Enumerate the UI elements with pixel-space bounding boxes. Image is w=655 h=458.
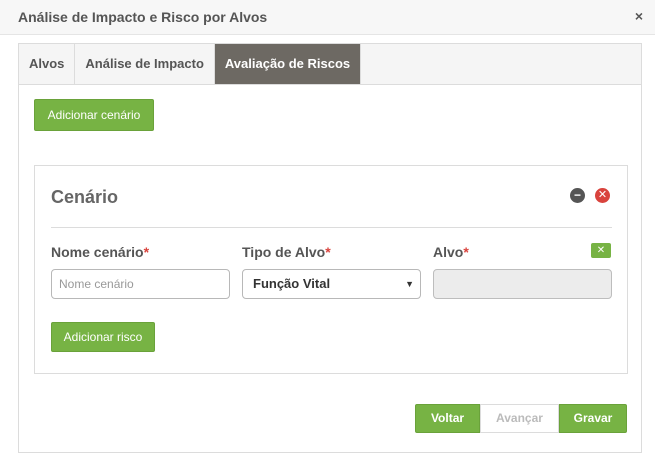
- tab-avaliacao-riscos[interactable]: Avaliação de Riscos: [214, 44, 362, 84]
- back-button[interactable]: Voltar: [415, 404, 480, 433]
- add-scenario-button[interactable]: Adicionar cenário: [34, 99, 154, 131]
- scenario-name-label: Nome cenário*: [51, 244, 149, 260]
- required-mark: *: [143, 244, 150, 260]
- add-risk-button[interactable]: Adicionar risco: [51, 322, 155, 352]
- chevron-down-icon: ▼: [405, 279, 414, 289]
- tab-analise-impacto[interactable]: Análise de Impacto: [75, 44, 215, 84]
- scenario-title: Cenário: [51, 187, 119, 207]
- dialog-title: Análise de Impacto e Risco por Alvos: [18, 9, 268, 25]
- clear-target-button[interactable]: ✕: [591, 243, 611, 258]
- dialog: Análise de Impacto e Risco por Alvos × A…: [0, 0, 655, 458]
- target-type-select[interactable]: Função Vital ▼: [242, 269, 421, 299]
- target-input[interactable]: [433, 269, 612, 299]
- target-label: Alvo*: [433, 244, 469, 260]
- next-button[interactable]: Avançar: [480, 404, 559, 433]
- required-mark: *: [325, 244, 331, 260]
- target-label-text: Alvo: [433, 244, 464, 260]
- target-type-label-text: Tipo de Alvo: [242, 244, 326, 260]
- target-type-label: Tipo de Alvo*: [242, 244, 331, 260]
- wizard-panel: Alvos Análise de Impacto Avaliação de Ri…: [18, 43, 642, 453]
- tab-alvos[interactable]: Alvos: [19, 44, 76, 84]
- dialog-header: Análise de Impacto e Risco por Alvos ×: [0, 0, 655, 35]
- minus-circle-icon[interactable]: −: [570, 188, 585, 203]
- wizard-nav: Voltar Avançar Gravar: [415, 404, 627, 433]
- required-mark: *: [463, 244, 469, 260]
- close-icon[interactable]: ×: [635, 8, 643, 24]
- close-circle-icon[interactable]: ✕: [595, 188, 610, 203]
- scenario-card: Cenário − ✕ Nome cenário* Tipo de Alvo* …: [34, 165, 628, 374]
- scenario-name-input[interactable]: [51, 269, 230, 299]
- target-type-value: Função Vital: [253, 276, 331, 291]
- tab-bar: Alvos Análise de Impacto Avaliação de Ri…: [19, 44, 641, 85]
- scenario-name-label-text: Nome cenário: [51, 244, 144, 260]
- save-button[interactable]: Gravar: [559, 404, 627, 433]
- divider: [51, 227, 612, 228]
